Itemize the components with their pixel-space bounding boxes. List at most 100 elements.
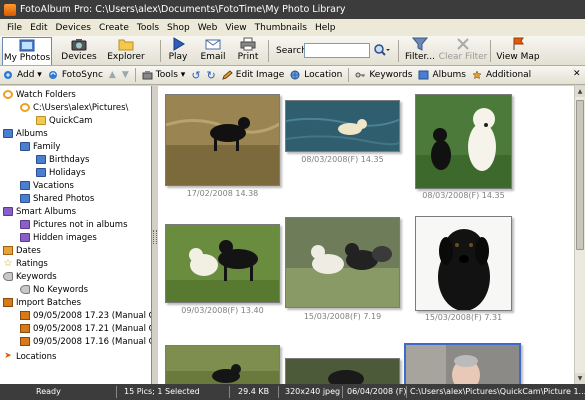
thumbnail[interactable] — [165, 345, 280, 384]
title-bar: FotoAlbum Pro: C:\Users\alex\Documents\F… — [0, 0, 585, 19]
thumbnail-selected[interactable] — [404, 343, 521, 384]
thumbnail[interactable] — [165, 94, 280, 186]
tree-item-quickcam[interactable]: QuickCam — [36, 114, 92, 127]
toolbar-separator — [160, 40, 161, 62]
thumbnail[interactable] — [285, 358, 400, 384]
scroll-thumb[interactable] — [576, 100, 584, 250]
search-icon[interactable] — [373, 43, 391, 58]
explorer-label: Explorer — [107, 52, 145, 62]
tree-item-import-batches[interactable]: Import Batches — [3, 296, 81, 309]
menu-view[interactable]: View — [221, 23, 250, 33]
rotate-left-button[interactable]: ↺ — [191, 69, 200, 82]
tree-item-holidays[interactable]: Holidays — [36, 166, 85, 179]
move-down-icon[interactable]: ▼ — [122, 70, 129, 80]
scroll-up-icon[interactable]: ▲ — [575, 86, 585, 97]
edit-image-button[interactable]: Edit Image — [221, 70, 284, 80]
tree-item-albums[interactable]: Albums — [3, 127, 48, 140]
albums-button[interactable]: Albums — [418, 70, 466, 80]
folder-icon — [118, 39, 134, 51]
tree-item-dates[interactable]: Dates — [3, 244, 41, 257]
rotate-left-icon: ↺ — [191, 68, 201, 82]
thumbnail[interactable] — [415, 216, 512, 311]
view-map-button[interactable]: View Map — [496, 37, 540, 65]
menu-tools[interactable]: Tools — [133, 23, 163, 33]
tree-item-batch[interactable]: 09/05/2008 17.21 (Manual Copy) — [20, 322, 151, 335]
tree-item-ratings[interactable]: ☆ Ratings — [3, 257, 48, 270]
tree-item-family[interactable]: Family — [20, 140, 60, 153]
album-icon — [36, 168, 46, 177]
my-photos-button[interactable]: My Photos — [2, 37, 52, 65]
tree-item-keywords[interactable]: Keywords — [3, 270, 57, 283]
secondary-toolbar: Add ▾ FotoSync ▲ ▼ Tools ▾ ↺ ↻ Edit Imag… — [0, 66, 585, 85]
splitter-grip-icon[interactable] — [153, 230, 157, 244]
explorer-button[interactable]: Explorer — [106, 37, 146, 65]
add-button[interactable]: Add ▾ — [3, 70, 42, 80]
tools-icon — [142, 71, 153, 80]
tree-item-locations[interactable]: ➤ Locations — [3, 350, 56, 363]
close-pane-icon[interactable]: ✕ — [573, 69, 581, 79]
print-button[interactable]: Print — [236, 37, 260, 65]
thumbnail-caption: 17/02/2008 14.38 — [186, 189, 259, 198]
thumbnail-caption: 08/03/2008(F) 14.35 — [422, 191, 505, 200]
keywords-button[interactable]: Keywords — [355, 70, 412, 80]
filter-button[interactable]: Filter... — [403, 37, 437, 65]
watch-icon — [20, 103, 30, 112]
tools-label: Tools — [155, 70, 178, 80]
location-button[interactable]: Location — [290, 70, 342, 80]
clear-filter-button[interactable]: Clear Filter — [439, 37, 487, 65]
search-input[interactable] — [304, 43, 370, 58]
tree-item-birthdays[interactable]: Birthdays — [36, 153, 89, 166]
key-icon — [355, 72, 366, 78]
status-count: 15 Pics; 1 Selected — [124, 387, 200, 396]
tree-item-watch-path[interactable]: C:\Users\alex\Pictures\ — [20, 101, 128, 114]
status-divider — [342, 386, 343, 398]
menu-create[interactable]: Create — [95, 23, 133, 33]
thumbnail-caption: 15/03/2008(F) 7.31 — [424, 313, 503, 322]
menu-shop[interactable]: Shop — [163, 23, 194, 33]
tree-item-watch-folders[interactable]: Watch Folders — [3, 88, 76, 101]
tree-item-batch[interactable]: 09/05/2008 17.16 (Manual Copy) — [20, 335, 151, 348]
move-up-icon[interactable]: ▲ — [109, 70, 116, 80]
fotosync-button[interactable]: FotoSync — [48, 70, 103, 80]
album-icon — [3, 129, 13, 138]
rotate-right-button[interactable]: ↻ — [207, 69, 216, 82]
tools-button[interactable]: Tools ▾ — [142, 70, 185, 80]
envelope-icon — [205, 39, 221, 50]
camera-icon — [71, 39, 87, 51]
thumbnail[interactable] — [165, 224, 280, 303]
toolbar-separator — [398, 40, 399, 62]
tree-item-batch[interactable]: 09/05/2008 17.23 (Manual Copy) — [20, 309, 151, 322]
status-dimensions: 320x240 jpeg — [285, 387, 341, 396]
menu-devices[interactable]: Devices — [52, 23, 95, 33]
tree-item-not-in-albums[interactable]: Pictures not in albums — [20, 218, 128, 231]
email-button[interactable]: Email — [200, 37, 226, 65]
menu-file[interactable]: File — [3, 23, 26, 33]
status-divider — [229, 386, 230, 398]
gallery-scrollbar[interactable]: ▲ ▼ — [574, 86, 585, 384]
menu-edit[interactable]: Edit — [26, 23, 51, 33]
thumbnail[interactable] — [285, 217, 400, 308]
batch-icon — [20, 337, 30, 346]
devices-button[interactable]: Devices — [58, 37, 100, 65]
thumbnail[interactable] — [415, 94, 512, 189]
smart-album-icon — [3, 207, 13, 216]
menu-web[interactable]: Web — [194, 23, 222, 33]
calendar-icon — [3, 246, 13, 255]
tree-item-hidden-images[interactable]: Hidden images — [20, 231, 97, 244]
status-date: 06/04/2008 (F) — [347, 387, 407, 396]
play-button[interactable]: Play — [166, 37, 190, 65]
thumbnail[interactable] — [285, 100, 400, 152]
scroll-down-icon[interactable]: ▼ — [575, 373, 585, 384]
tree-item-vacations[interactable]: Vacations — [20, 179, 74, 192]
tree-item-no-keywords[interactable]: No Keywords — [20, 283, 88, 296]
menu-help[interactable]: Help — [311, 23, 340, 33]
tree-item-smart-albums[interactable]: Smart Albums — [3, 205, 76, 218]
toolbar-separator — [348, 68, 350, 82]
additional-button[interactable]: Additional — [472, 70, 531, 80]
thumbnail-image — [166, 346, 279, 384]
thumbnail-image — [406, 345, 519, 384]
menu-thumbnails[interactable]: Thumbnails — [251, 23, 311, 33]
window-title: FotoAlbum Pro: C:\Users\alex\Documents\F… — [20, 4, 346, 15]
tree-item-shared-photos[interactable]: Shared Photos — [20, 192, 94, 205]
search-label: Search — [276, 46, 307, 56]
